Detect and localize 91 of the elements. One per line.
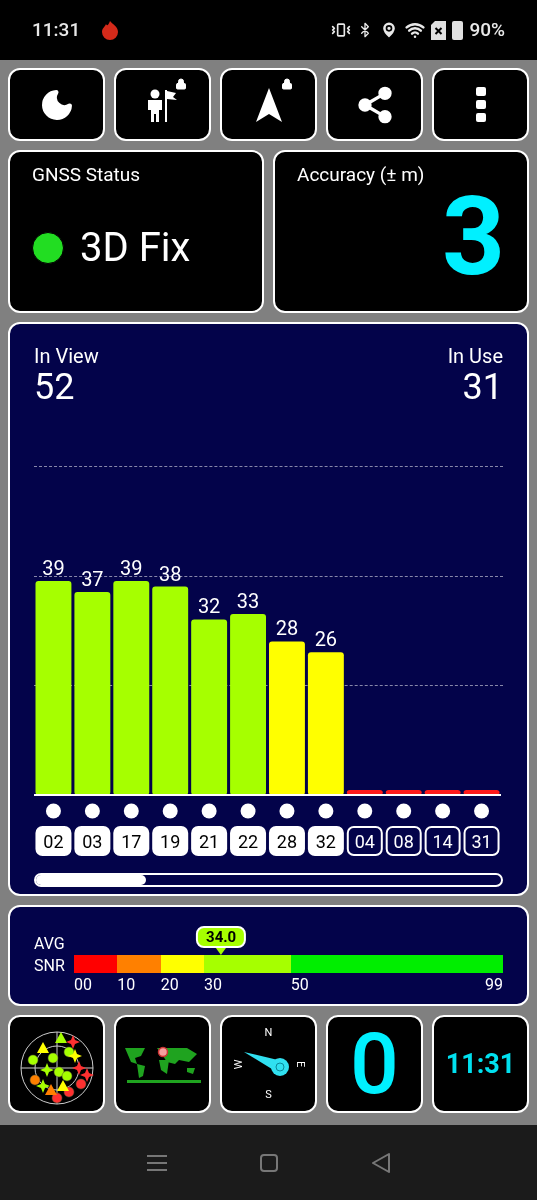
- scale-tick-label: 00: [74, 974, 92, 996]
- x-tick-label: 21: [199, 831, 220, 852]
- person-flag-button[interactable]: [114, 68, 211, 141]
- snr-bar: [346, 790, 383, 795]
- signal-dot: [201, 803, 217, 819]
- lock-icon: [281, 78, 293, 90]
- satellite-id: 02: [35, 826, 72, 856]
- satellite-id: 28: [268, 826, 305, 856]
- fix-status: 3D Fix: [80, 222, 191, 273]
- back-icon[interactable]: [370, 1152, 391, 1173]
- snr-value: 39: [120, 556, 143, 581]
- sim-card-icon: [431, 20, 447, 40]
- world-map-tile[interactable]: [114, 1015, 211, 1113]
- clock-time: 11:31: [32, 16, 81, 43]
- x-tick-label: 28: [276, 831, 298, 852]
- card-title: Accuracy (± m): [297, 162, 426, 188]
- satellite-id: 03: [74, 826, 111, 856]
- snr-value: 37: [81, 567, 104, 592]
- signal-dot: [474, 803, 490, 819]
- card-title: GNSS Status: [32, 162, 142, 188]
- battery-percent: 90%: [469, 16, 505, 43]
- lock-icon: [175, 78, 187, 90]
- signal-dot: [84, 803, 100, 819]
- signal-dot: [435, 803, 451, 819]
- x-tick-label: 32: [315, 831, 336, 852]
- scale-tick-label: 10: [117, 974, 136, 996]
- menu-icon[interactable]: [146, 1153, 167, 1172]
- snr-value: 39: [42, 556, 65, 581]
- compass-needle-icon: [243, 1050, 290, 1078]
- satellite-id: 19: [152, 826, 189, 856]
- scale-tick-label: 99: [485, 974, 503, 996]
- share-button[interactable]: [326, 68, 423, 141]
- signal-dot: [162, 803, 178, 819]
- in-view-count: 52: [34, 369, 76, 405]
- signal-dot: [396, 803, 412, 819]
- scale-tick-label: 30: [204, 974, 222, 996]
- x-tick-label: 19: [160, 831, 181, 852]
- signal-dot: [45, 803, 61, 819]
- x-tick-label: 14: [432, 831, 453, 852]
- clock-tile[interactable]: 11:31: [432, 1015, 529, 1113]
- signal-dot: [279, 803, 295, 819]
- satellite-id: 04: [346, 826, 383, 856]
- x-tick-label: 04: [354, 831, 375, 852]
- satellite-id: 14: [424, 826, 461, 856]
- vibrate-icon: [331, 20, 352, 40]
- satellite-id: 21: [191, 826, 228, 856]
- compass-east: E: [293, 1060, 309, 1068]
- x-tick-label: 17: [121, 831, 142, 852]
- more-button[interactable]: [432, 68, 529, 141]
- x-tick-label: 02: [43, 831, 64, 852]
- accuracy-value: 3: [441, 181, 505, 292]
- snr-value: 32: [197, 594, 221, 619]
- snr-value: 28: [275, 616, 299, 641]
- snr-value: 33: [236, 588, 260, 613]
- snr-label: SNR: [34, 955, 66, 977]
- compass-west: W: [230, 1059, 246, 1069]
- compass-tile[interactable]: N E S W: [220, 1015, 317, 1113]
- in-use-label: In Use: [447, 344, 503, 369]
- signal-dot: [123, 803, 139, 819]
- compass-south: S: [265, 1086, 272, 1103]
- satellite-id: 08: [385, 826, 422, 856]
- signal-dot: [240, 803, 256, 819]
- scale-tick-label: 50: [290, 974, 309, 996]
- in-view-label: In View: [34, 344, 99, 369]
- home-icon[interactable]: [259, 1153, 278, 1172]
- satellite-id: 31: [463, 826, 500, 856]
- snr-bar: [463, 790, 500, 795]
- snr-bar: [424, 790, 461, 795]
- satellite-id: 17: [113, 826, 150, 856]
- flame-app-icon: [100, 20, 121, 40]
- x-tick-label: 31: [471, 831, 492, 852]
- in-use-count: 31: [462, 369, 503, 405]
- snr-value: 38: [158, 561, 182, 586]
- avg-label: AVG: [34, 933, 66, 955]
- x-tick-label: 22: [237, 831, 259, 852]
- compass-north: N: [264, 1025, 273, 1041]
- satellite-id: 32: [307, 826, 344, 856]
- arrow-button[interactable]: [220, 68, 317, 141]
- satellite-id: 22: [230, 826, 267, 856]
- moon-button[interactable]: [8, 68, 105, 141]
- wifi-icon: [405, 20, 426, 40]
- more-icon: [475, 86, 486, 123]
- scale-tick-label: 20: [160, 974, 179, 996]
- x-tick-label: 08: [393, 831, 414, 852]
- counter-tile[interactable]: 0: [326, 1015, 423, 1113]
- snr-bar: [385, 790, 422, 795]
- signal-dot: [318, 803, 334, 819]
- snr-value: 26: [314, 627, 338, 652]
- x-tick-label: 03: [82, 831, 103, 852]
- signal-dot: [357, 803, 373, 819]
- battery-icon: [452, 20, 464, 40]
